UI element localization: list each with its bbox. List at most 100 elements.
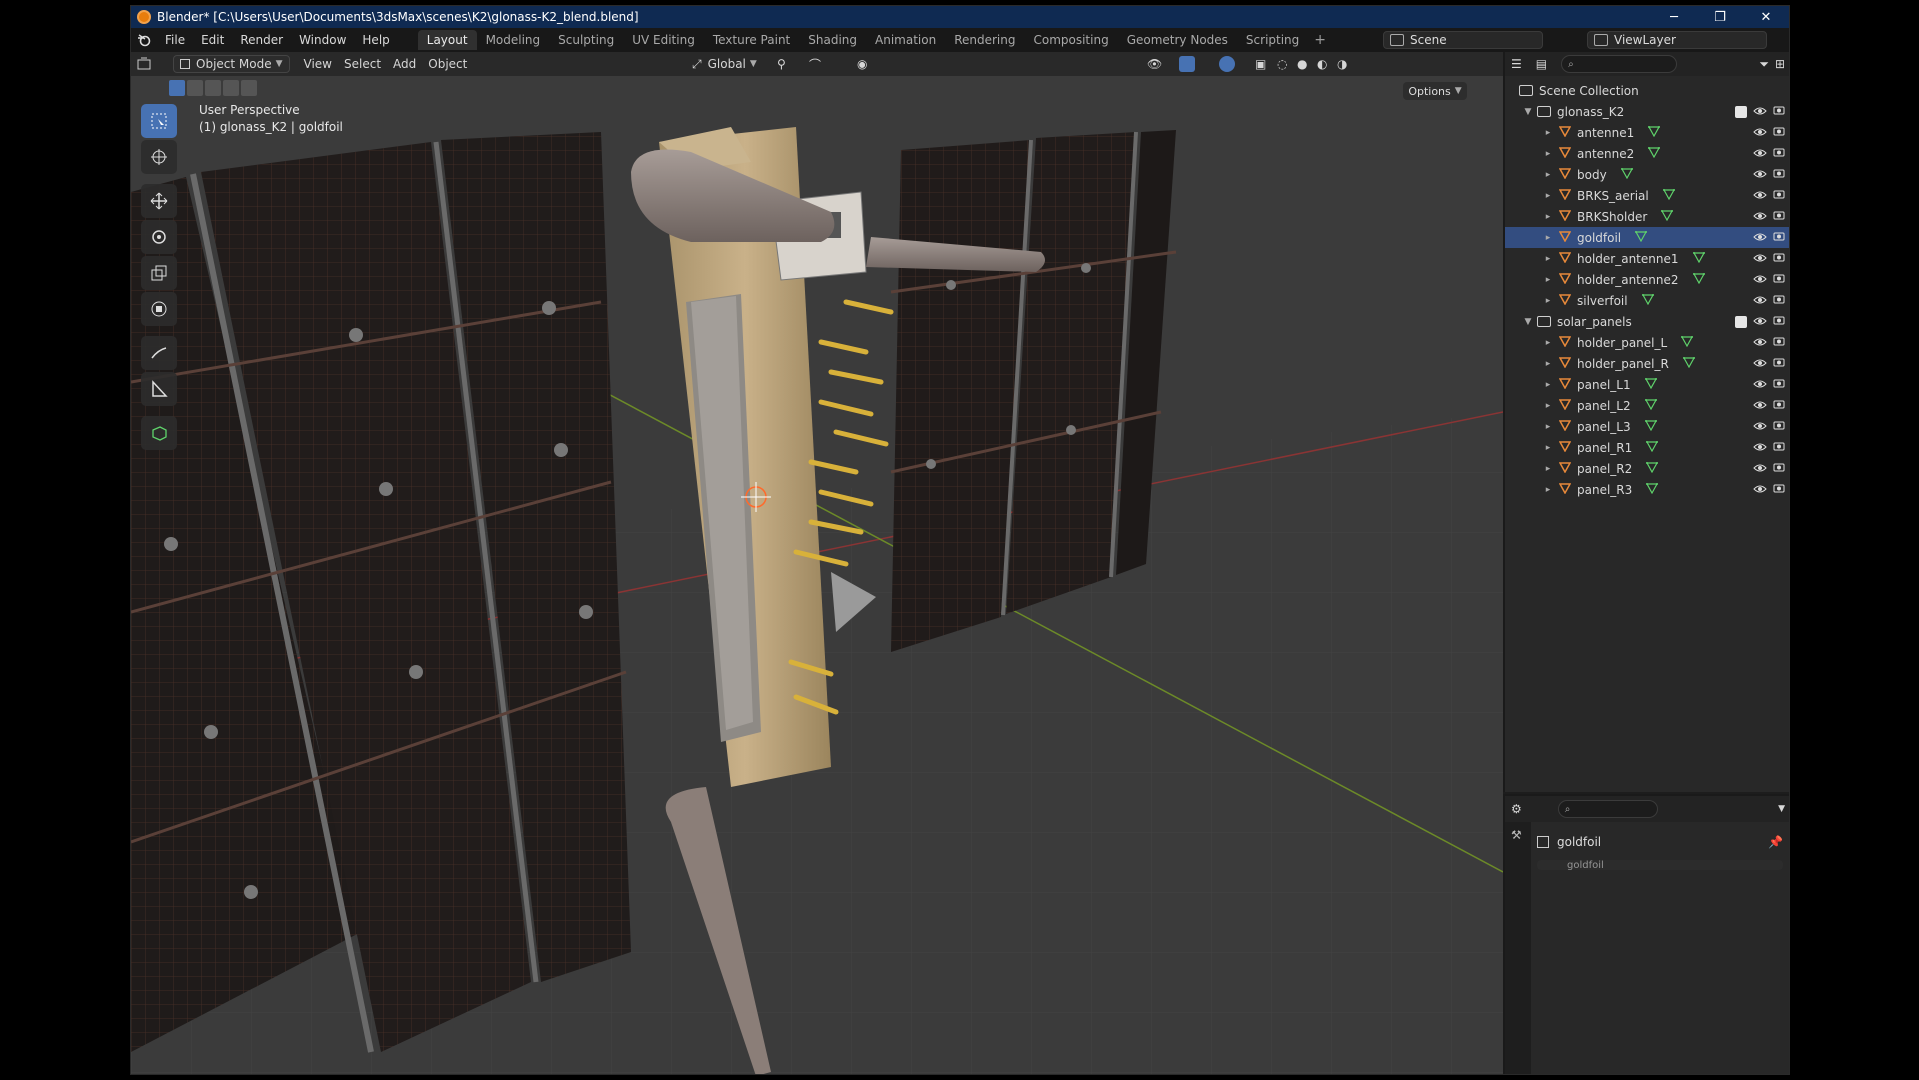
outliner-item[interactable]: ▸ antenne2 xyxy=(1505,143,1789,164)
expand-arrow-icon[interactable]: ▸ xyxy=(1543,338,1553,348)
render-camera-icon[interactable] xyxy=(1773,188,1785,203)
expand-arrow-icon[interactable]: ▸ xyxy=(1543,401,1553,411)
expand-arrow-icon[interactable]: ▸ xyxy=(1543,422,1553,432)
eye-icon[interactable] xyxy=(1753,483,1767,497)
editor-type-button[interactable] xyxy=(131,55,167,73)
tab-texture-paint[interactable]: Texture Paint xyxy=(704,30,799,50)
expand-arrow-icon[interactable]: ▸ xyxy=(1543,359,1553,369)
pivot-point-icon[interactable]: ⚲ xyxy=(771,55,792,73)
outliner-item[interactable]: ▸ panel_L1 xyxy=(1505,374,1789,395)
eye-icon[interactable] xyxy=(1753,357,1767,371)
render-camera-icon[interactable] xyxy=(1773,230,1785,245)
select-subtract-icon[interactable] xyxy=(205,80,221,96)
new-collection-icon[interactable]: ⊞ xyxy=(1775,57,1785,71)
outliner-item[interactable]: ▸ panel_R2 xyxy=(1505,458,1789,479)
visibility-icon[interactable]: 👁 xyxy=(1141,55,1168,73)
move-tool[interactable] xyxy=(141,184,177,218)
overlays-toggle-icon[interactable] xyxy=(1213,55,1241,73)
menu-file[interactable]: File xyxy=(157,33,193,47)
render-camera-icon[interactable] xyxy=(1773,356,1785,371)
tab-shading[interactable]: Shading xyxy=(799,30,866,50)
mesh-data-icon[interactable] xyxy=(1646,440,1659,455)
render-camera-icon[interactable] xyxy=(1773,314,1785,329)
outliner-item[interactable]: ▸ panel_R1 xyxy=(1505,437,1789,458)
tab-geometry-nodes[interactable]: Geometry Nodes xyxy=(1118,30,1237,50)
outliner-item[interactable]: ▸ silverfoil xyxy=(1505,290,1789,311)
menu-edit[interactable]: Edit xyxy=(193,33,232,47)
expand-arrow-icon[interactable]: ▸ xyxy=(1543,380,1553,390)
snap-icon[interactable]: ⌒ xyxy=(803,55,827,73)
add-cube-tool[interactable] xyxy=(141,416,177,450)
close-button[interactable]: ✕ xyxy=(1743,6,1789,28)
annotate-tool[interactable] xyxy=(141,336,177,370)
restore-button[interactable]: ❐ xyxy=(1697,6,1743,28)
expand-arrow-icon[interactable]: ▸ xyxy=(1543,212,1553,222)
render-camera-icon[interactable] xyxy=(1773,125,1785,140)
eye-icon[interactable] xyxy=(1753,105,1767,119)
expand-arrow-icon[interactable]: ▼ xyxy=(1523,317,1533,327)
select-intersect-icon[interactable] xyxy=(241,80,257,96)
tab-rendering[interactable]: Rendering xyxy=(945,30,1024,50)
menu-render[interactable]: Render xyxy=(232,33,291,47)
outliner-item[interactable]: ▸ holder_panel_L xyxy=(1505,332,1789,353)
mesh-data-icon[interactable] xyxy=(1644,419,1657,434)
xray-toggle-icon[interactable]: ▣ xyxy=(1249,55,1272,73)
filter-icon[interactable]: ⏷ xyxy=(1759,57,1769,72)
select-invert-icon[interactable] xyxy=(223,80,239,96)
include-checkbox[interactable] xyxy=(1735,315,1747,328)
expand-arrow-icon[interactable]: ▸ xyxy=(1543,464,1553,474)
render-camera-icon[interactable] xyxy=(1773,335,1785,350)
tab-sculpting[interactable]: Sculpting xyxy=(549,30,623,50)
eye-icon[interactable] xyxy=(1753,210,1767,224)
render-camera-icon[interactable] xyxy=(1773,272,1785,287)
expand-arrow-icon[interactable]: ▸ xyxy=(1543,233,1553,243)
expand-arrow-icon[interactable]: ▸ xyxy=(1543,191,1553,201)
tab-modeling[interactable]: Modeling xyxy=(477,30,550,50)
menu-help[interactable]: Help xyxy=(354,33,397,47)
render-camera-icon[interactable] xyxy=(1773,293,1785,308)
include-checkbox[interactable] xyxy=(1735,105,1747,118)
mesh-data-icon[interactable] xyxy=(1646,482,1659,497)
render-camera-icon[interactable] xyxy=(1773,104,1785,119)
select-new-icon[interactable] xyxy=(169,80,185,96)
select-box-tool[interactable] xyxy=(141,104,177,138)
render-camera-icon[interactable] xyxy=(1773,461,1785,476)
select-extend-icon[interactable] xyxy=(187,80,203,96)
menu-select[interactable]: Select xyxy=(338,55,387,73)
outliner-item[interactable]: ▸ holder_antenne1 xyxy=(1505,248,1789,269)
pin-icon[interactable]: 📌 xyxy=(1768,835,1783,849)
mesh-data-icon[interactable] xyxy=(1682,356,1695,371)
properties-search-input[interactable]: ⌕ xyxy=(1557,800,1658,818)
expand-arrow-icon[interactable]: ▸ xyxy=(1543,443,1553,453)
mesh-data-icon[interactable] xyxy=(1692,272,1705,287)
menu-window[interactable]: Window xyxy=(291,33,354,47)
tool-tab-icon[interactable]: ⚒ xyxy=(1511,828,1525,842)
rendered-shading-icon[interactable]: ◑ xyxy=(1331,55,1353,73)
outliner-item[interactable]: ▸ panel_R3 xyxy=(1505,479,1789,500)
menu-add[interactable]: Add xyxy=(387,55,422,73)
tab-layout[interactable]: Layout xyxy=(417,30,477,50)
mode-selector[interactable]: Object Mode ▼ xyxy=(173,55,290,73)
menu-object[interactable]: Object xyxy=(422,55,473,73)
render-camera-icon[interactable] xyxy=(1773,419,1785,434)
tab-compositing[interactable]: Compositing xyxy=(1024,30,1117,50)
eye-icon[interactable] xyxy=(1753,168,1767,182)
expand-arrow-icon[interactable]: ▸ xyxy=(1543,170,1553,180)
object-field-row[interactable]: goldfoil xyxy=(1537,860,1783,870)
mesh-data-icon[interactable] xyxy=(1644,398,1657,413)
render-camera-icon[interactable] xyxy=(1773,482,1785,497)
eye-icon[interactable] xyxy=(1753,315,1767,329)
expand-arrow-icon[interactable]: ▸ xyxy=(1543,296,1553,306)
render-camera-icon[interactable] xyxy=(1773,398,1785,413)
properties-editor-icon[interactable]: ⚙ xyxy=(1511,802,1522,816)
eye-icon[interactable] xyxy=(1753,231,1767,245)
mesh-data-icon[interactable] xyxy=(1661,209,1674,224)
eye-icon[interactable] xyxy=(1753,147,1767,161)
outliner-item[interactable]: ▸ goldfoil xyxy=(1505,227,1789,248)
outliner-item[interactable]: ▸ BRKS_aerial xyxy=(1505,185,1789,206)
view-layer-selector[interactable]: ViewLayer xyxy=(1587,31,1767,49)
display-mode-icon[interactable]: ▤ xyxy=(1536,57,1547,71)
eye-icon[interactable] xyxy=(1753,420,1767,434)
eye-icon[interactable] xyxy=(1753,252,1767,266)
3d-viewport[interactable]: Object Mode ▼ View Select Add Object ⤢ G… xyxy=(131,52,1503,1074)
